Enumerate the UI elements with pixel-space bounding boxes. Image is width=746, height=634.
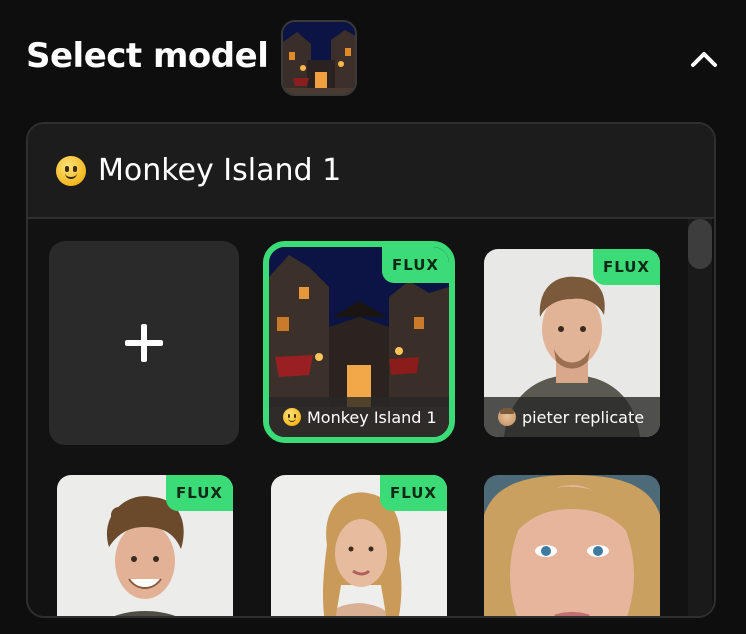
flux-badge: FLUX — [381, 247, 449, 283]
model-card-curly-man[interactable]: FLUX — [57, 475, 233, 616]
smiling-face-icon — [283, 408, 301, 426]
selected-model-label: Monkey Island 1 — [98, 153, 342, 188]
chevron-up-icon — [691, 52, 717, 67]
model-card-blonde-woman[interactable]: FLUX — [271, 475, 447, 616]
plus-icon — [125, 324, 163, 362]
flux-badge: FLUX — [379, 475, 447, 511]
selected-model-row[interactable]: Monkey Island 1 — [28, 124, 714, 219]
model-card-pieter-replicate[interactable]: FLUX pieter replicate — [484, 249, 660, 437]
model-grid: FLUX Monkey Island 1 FLUX pieter replica… — [28, 219, 714, 616]
flux-badge: FLUX — [165, 475, 233, 511]
page-title: Select model — [26, 36, 269, 76]
flux-badge: FLUX — [592, 249, 660, 285]
scrollbar[interactable] — [688, 219, 712, 616]
model-card-woman-closeup[interactable] — [484, 475, 660, 616]
collapse-button[interactable] — [686, 44, 722, 74]
selected-model-thumbnail — [281, 20, 357, 96]
model-name: pieter replicate — [522, 407, 645, 427]
add-model-button[interactable] — [49, 241, 239, 445]
scrollbar-thumb[interactable] — [688, 219, 712, 269]
woman-closeup-portrait-image — [484, 475, 660, 616]
model-picker-panel: Monkey Island 1 FLUX Monkey Island 1 FLU… — [26, 122, 716, 618]
smiling-face-icon — [56, 155, 86, 186]
model-name: Monkey Island 1 — [307, 407, 437, 427]
header: Select model — [0, 0, 746, 110]
monkey-island-thumbnail — [283, 22, 355, 94]
model-caption: pieter replicate — [484, 397, 660, 437]
model-card-monkey-island[interactable]: FLUX Monkey Island 1 — [263, 241, 455, 443]
model-caption: Monkey Island 1 — [269, 397, 449, 437]
man-face-icon — [498, 408, 516, 426]
